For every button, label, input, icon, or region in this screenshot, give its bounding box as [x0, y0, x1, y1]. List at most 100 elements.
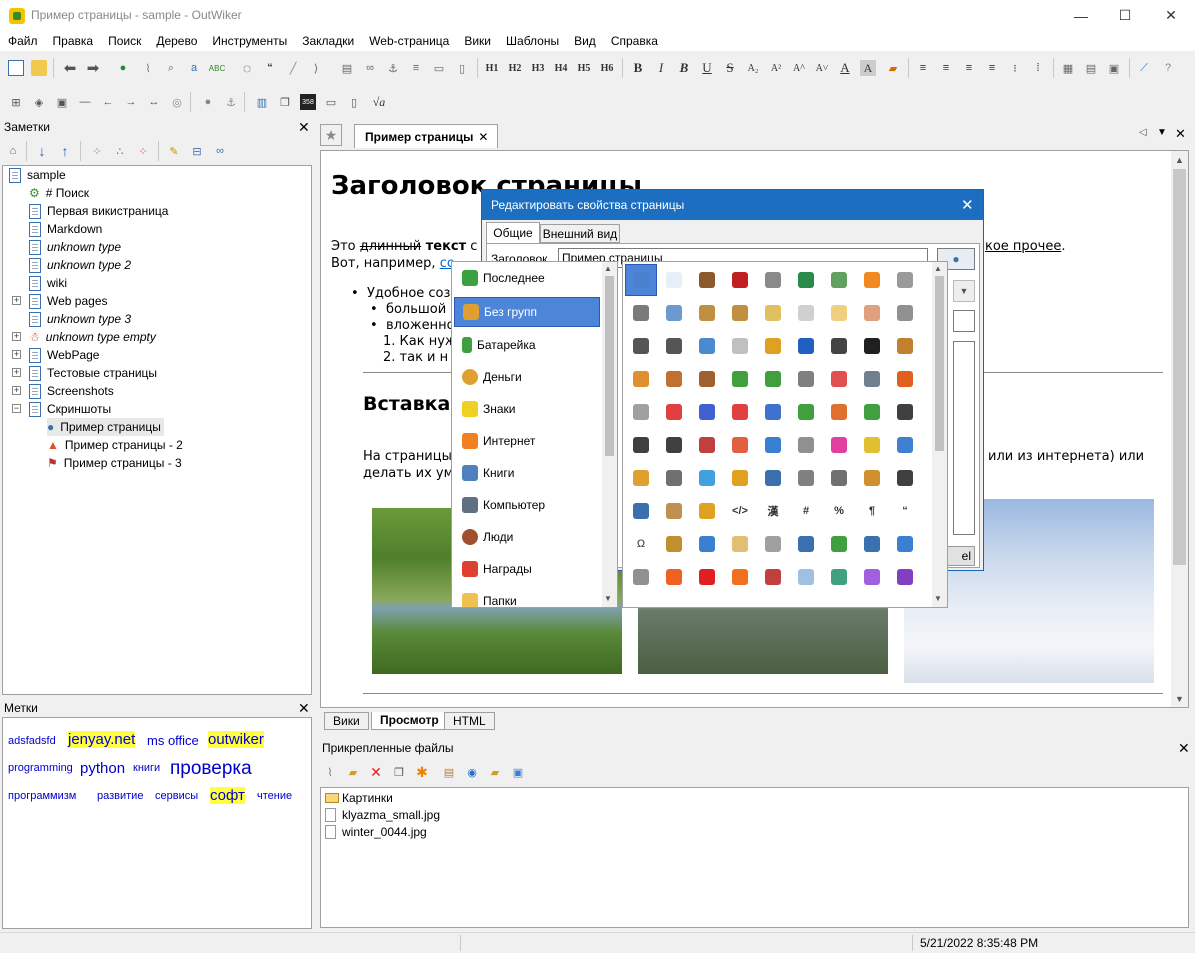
pie-chart-icon[interactable] [831, 404, 847, 420]
notes-tree[interactable]: sample ⚙ # Поиск Первая викистраница Mark… [2, 165, 312, 695]
tab-html[interactable]: HTML [444, 712, 495, 730]
pen-icon[interactable]: ╱ [285, 60, 301, 76]
table-row-icon[interactable]: ▤ [1083, 60, 1099, 76]
pen-icon[interactable] [864, 470, 880, 486]
note-icon[interactable]: ▭ [323, 94, 339, 110]
brush-icon[interactable] [666, 305, 682, 321]
chess-pawn-icon[interactable] [897, 404, 913, 420]
image-icon[interactable]: ▭ [431, 60, 447, 76]
tag-link[interactable]: adsfadsfd [8, 735, 56, 747]
menu-help[interactable]: Справка [603, 31, 665, 51]
close-window-button[interactable]: ✕ [1148, 0, 1194, 31]
italic-button[interactable]: I [653, 60, 669, 76]
icon-grid[interactable]: </> 漢 #% ¶ “ Ω ▲ ▼ [622, 261, 948, 608]
category-money[interactable]: Деньги [454, 362, 600, 392]
category-internet[interactable]: Интернет [454, 426, 600, 456]
text-area[interactable] [953, 341, 975, 535]
pages-icon[interactable]: ▣ [54, 94, 70, 110]
scroll-up-icon[interactable]: ▲ [934, 264, 942, 273]
film-strip-icon[interactable] [864, 536, 880, 552]
align-justify-icon[interactable]: ≡ [984, 60, 1000, 76]
table-icon[interactable]: ▤ [339, 60, 355, 76]
film-icon[interactable] [831, 536, 847, 552]
category-scrollbar[interactable]: ▲ ▼ [602, 262, 617, 607]
tag-link[interactable]: сервисы [155, 790, 198, 802]
list-item[interactable]: klyazma_small.jpg [325, 808, 440, 822]
numbered-list-icon[interactable]: ⁞ [1030, 60, 1046, 76]
expand-toggle[interactable]: + [12, 368, 21, 377]
boxes-icon[interactable] [633, 371, 649, 387]
firewall-icon[interactable] [765, 569, 781, 585]
move-up-level-icon[interactable]: ⌂ [5, 143, 21, 159]
candle-icon[interactable] [897, 371, 913, 387]
text-field[interactable] [953, 310, 975, 332]
arrow-both-icon[interactable]: ↔ [146, 94, 162, 110]
tree-item[interactable]: Тестовые страницы [29, 364, 157, 382]
menu-wiki[interactable]: Вики [456, 31, 498, 51]
camera-icon[interactable] [864, 371, 880, 387]
menu-webpage[interactable]: Web-страница [361, 31, 456, 51]
scissors-icon[interactable] [765, 470, 781, 486]
menu-templates[interactable]: Шаблоны [498, 31, 566, 51]
bluetooth-icon[interactable] [798, 338, 814, 354]
funnel-cone-icon[interactable] [765, 536, 781, 552]
category-folders[interactable]: Папки [454, 586, 600, 607]
star-icon[interactable] [864, 272, 880, 288]
expand-toggle[interactable]: + [12, 386, 21, 395]
tag-link[interactable]: jenyay.net [68, 731, 136, 748]
bookmark-star-button[interactable]: ★ [320, 124, 342, 146]
vertical-scrollbar[interactable]: ▲ ▼ [1171, 151, 1188, 707]
pencil-icon[interactable] [699, 437, 715, 453]
bold-italic-button[interactable]: B [676, 60, 692, 76]
delete-icon[interactable]: ✕ [368, 764, 384, 780]
tree-item-selected[interactable]: ● Пример страницы [47, 418, 164, 436]
align-center-icon[interactable]: ≡ [938, 60, 954, 76]
tree-item[interactable]: ⚑ Пример страницы - 3 [47, 454, 182, 472]
monitor-icon[interactable] [798, 272, 814, 288]
category-battery[interactable]: Батарейка [454, 330, 600, 360]
blackboard-icon[interactable] [831, 338, 847, 354]
pencil-icon[interactable] [897, 437, 913, 453]
flower-icon[interactable] [864, 569, 880, 585]
color-wheel-icon[interactable] [831, 437, 847, 453]
tree-item[interactable]: unknown type [29, 238, 121, 256]
add-folder-icon[interactable]: ▰ [345, 764, 361, 780]
notepad-icon[interactable] [732, 536, 748, 552]
book-icon[interactable]: ▥ [254, 94, 270, 110]
crown-icon[interactable] [732, 404, 748, 420]
bell-icon[interactable] [765, 338, 781, 354]
strike-button[interactable]: S [722, 60, 738, 76]
tag-link[interactable]: развитие [97, 790, 143, 802]
forward-icon[interactable]: ➡ [85, 60, 101, 77]
close-tab-icon[interactable]: ✕ [478, 130, 488, 144]
pyramid-icon[interactable] [666, 536, 682, 552]
category-books[interactable]: Книги [454, 458, 600, 488]
copyright-icon[interactable] [666, 470, 682, 486]
icon-category-list[interactable]: Последнее Без групп Батарейка Деньги Зна… [451, 261, 618, 608]
clock-icon[interactable] [732, 437, 748, 453]
tree-item[interactable]: Screenshots [29, 382, 114, 400]
fire-icon[interactable] [666, 569, 682, 585]
category-signs[interactable]: Знаки [454, 394, 600, 424]
tree-item[interactable]: Web pages [29, 292, 108, 310]
tree-item[interactable]: unknown type 2 [29, 256, 131, 274]
clipboard-icon[interactable]: ▤ [441, 764, 457, 780]
flask-green-icon[interactable] [831, 569, 847, 585]
scroll-thumb[interactable] [1173, 169, 1186, 565]
tree-item[interactable]: wiki [29, 274, 67, 292]
tab-general[interactable]: Общие [486, 222, 540, 243]
eye-icon[interactable] [798, 536, 814, 552]
heading-2-button[interactable]: H2 [507, 60, 523, 76]
scales-icon[interactable] [699, 305, 715, 321]
briefcase-icon[interactable] [666, 371, 682, 387]
move-up-icon[interactable]: ↑ [57, 143, 73, 159]
note-icon[interactable] [864, 437, 880, 453]
chevron-down-icon[interactable]: ▼ [953, 280, 975, 302]
tab-list-icon[interactable]: ▼ [1157, 127, 1167, 138]
museum-icon[interactable] [897, 305, 913, 321]
user-icon[interactable]: ● [200, 94, 216, 110]
move-down-icon[interactable]: ↓ [34, 143, 50, 159]
category-no-group[interactable]: Без групп [454, 297, 600, 327]
star-icon[interactable]: ✱ [414, 764, 430, 780]
bigger-font-button[interactable]: A^ [791, 60, 807, 76]
